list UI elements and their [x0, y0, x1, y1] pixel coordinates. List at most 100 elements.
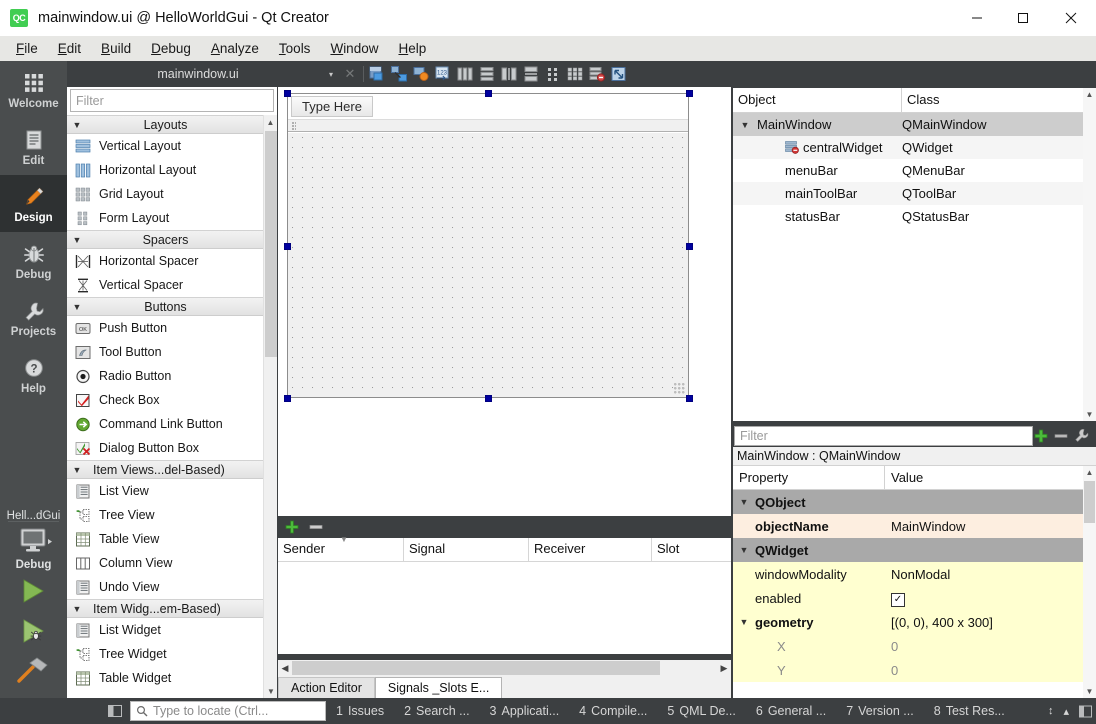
menu-tools[interactable]: Tools [269, 38, 321, 59]
widget-item-tree-view[interactable]: Tree View [67, 503, 264, 527]
column-header-property[interactable]: Property [733, 466, 885, 489]
edit-widgets-icon[interactable] [366, 63, 388, 85]
property-row-enabled[interactable]: enabled ✓ [733, 586, 1096, 610]
output-pane-general[interactable]: 6 General ... [746, 704, 836, 718]
layout-horizontally-icon[interactable] [454, 63, 476, 85]
widget-item-form-layout[interactable]: Form Layout [67, 206, 264, 230]
object-row-maintoolbar[interactable]: mainToolBar QToolBar [733, 182, 1096, 205]
widget-item-radio-button[interactable]: Radio Button [67, 364, 264, 388]
object-row-mainwindow[interactable]: ▼ MainWindow QMainWindow [733, 113, 1096, 136]
form-menu-bar[interactable]: Type Here [288, 94, 688, 120]
selection-handle-bottom-right[interactable] [686, 395, 693, 402]
property-value[interactable]: [(0, 0), 400 x 300] [885, 615, 1096, 630]
break-layout-icon[interactable] [586, 63, 608, 85]
scrollbar-thumb[interactable] [292, 661, 660, 675]
property-value[interactable]: NonModal [885, 567, 1096, 582]
widget-item-tree-widget[interactable]: Tree Widget [67, 642, 264, 666]
connections-table[interactable]: Sender ▼ Signal Receiver Slot [278, 535, 731, 654]
tab-action-editor[interactable]: Action Editor [278, 677, 375, 698]
remove-connection-button[interactable] [308, 519, 324, 535]
output-pane-application[interactable]: 3 Applicati... [480, 704, 570, 718]
scroll-up-icon[interactable]: ▲ [264, 115, 277, 129]
scroll-up-icon[interactable]: ▲ [1083, 88, 1096, 101]
form-central-widget[interactable] [288, 133, 688, 397]
edit-signals-slots-icon[interactable] [388, 63, 410, 85]
resize-output-icon[interactable]: ↕ [1048, 705, 1054, 717]
enabled-checkbox[interactable]: ✓ [891, 592, 905, 607]
start-debugging-button[interactable] [0, 611, 67, 651]
layout-vertically-icon[interactable] [476, 63, 498, 85]
selection-handle-bottom-center[interactable] [485, 395, 492, 402]
widget-group-spacers[interactable]: ▼ Spacers [67, 230, 264, 249]
form-size-grip-icon[interactable] [674, 383, 686, 395]
layout-in-splitter-vertical-icon[interactable] [520, 63, 542, 85]
property-row-geometry[interactable]: ▼ geometry [(0, 0), 400 x 300] [733, 610, 1096, 634]
column-header-object[interactable]: Object [733, 88, 902, 112]
selection-handle-top-left[interactable] [284, 90, 291, 97]
property-value[interactable]: 0 [885, 639, 1096, 654]
widget-item-list-widget[interactable]: List Widget [67, 618, 264, 642]
layout-in-grid-icon[interactable] [564, 63, 586, 85]
menu-file[interactable]: FFileile [6, 38, 48, 59]
scroll-down-icon[interactable]: ▼ [264, 684, 278, 698]
widget-item-grid-layout[interactable]: Grid Layout [67, 182, 264, 206]
column-header-slot[interactable]: Slot [652, 538, 731, 561]
mode-edit[interactable]: Edit [0, 118, 67, 175]
menu-window[interactable]: Window [320, 38, 388, 59]
adjust-size-icon[interactable] [608, 63, 630, 85]
configure-icon[interactable] [1073, 428, 1093, 444]
widget-item-vertical-layout[interactable]: Vertical Layout [67, 134, 264, 158]
run-button[interactable] [0, 571, 67, 611]
object-inspector-scrollbar[interactable]: ▲ ▼ [1083, 88, 1096, 421]
widget-item-undo-view[interactable]: Undo View [67, 575, 264, 599]
widget-group-item-widgets[interactable]: ▼ Item Widg...em-Based) [67, 599, 264, 618]
property-filter-input[interactable]: Filter [734, 426, 1033, 446]
widget-item-table-widget[interactable]: Table Widget [67, 666, 264, 690]
output-panel-icon[interactable] [1079, 705, 1092, 718]
widget-group-item-views[interactable]: ▼ Item Views...del-Based) [67, 460, 264, 479]
collapse-output-icon[interactable]: ▴ [1063, 705, 1069, 718]
selection-handle-bottom-left[interactable] [284, 395, 291, 402]
chevron-down-icon[interactable]: ▼ [733, 497, 755, 507]
property-row-geometry-x[interactable]: X 0 [733, 634, 1096, 658]
object-row-centralwidget[interactable]: centralWidget QWidget [733, 136, 1096, 159]
menu-help[interactable]: Help [388, 38, 436, 59]
maximize-button[interactable] [1000, 0, 1046, 36]
remove-property-icon[interactable] [1053, 428, 1073, 444]
scroll-down-icon[interactable]: ▼ [1083, 685, 1096, 698]
build-button[interactable] [0, 651, 67, 691]
widget-item-push-button[interactable]: OK Push Button [67, 316, 264, 340]
selection-handle-middle-left[interactable] [284, 243, 291, 250]
mode-projects[interactable]: Projects [0, 289, 67, 346]
minimize-button[interactable] [954, 0, 1000, 36]
edit-buddies-icon[interactable] [410, 63, 432, 85]
property-value[interactable]: 0 [885, 663, 1096, 678]
column-header-receiver[interactable]: Receiver [529, 538, 652, 561]
property-row-objectname[interactable]: objectName MainWindow [733, 514, 1096, 538]
widget-group-layouts[interactable]: ▼ Layouts [67, 115, 264, 134]
widget-group-buttons[interactable]: ▼ Buttons [67, 297, 264, 316]
form-tool-bar[interactable] [288, 120, 688, 132]
widget-item-list-view[interactable]: List View [67, 479, 264, 503]
widget-item-dialog-button-box[interactable]: Dialog Button Box [67, 436, 264, 460]
object-row-statusbar[interactable]: statusBar QStatusBar [733, 205, 1096, 228]
chevron-down-icon[interactable]: ▼ [733, 120, 757, 130]
toolbar-grip-icon[interactable] [292, 122, 296, 130]
mode-debug[interactable]: Debug [0, 232, 67, 289]
widget-item-column-view[interactable]: Column View [67, 551, 264, 575]
output-pane-version-control[interactable]: 7 Version ... [836, 704, 924, 718]
property-value-cell[interactable]: ✓ [885, 590, 1096, 607]
menu-analyze[interactable]: Analyze [201, 38, 269, 59]
property-value[interactable]: MainWindow [885, 519, 1096, 534]
toggle-sidebar-icon[interactable] [100, 704, 130, 718]
menu-debug[interactable]: Debug [141, 38, 201, 59]
menu-build[interactable]: Build [91, 38, 141, 59]
scroll-up-icon[interactable]: ▲ [1083, 466, 1096, 479]
chevron-down-icon[interactable]: ▼ [733, 545, 755, 555]
output-pane-qml-debugger[interactable]: 5 QML De... [657, 704, 745, 718]
connections-horizontal-scrollbar[interactable]: ◀ ▶ [278, 660, 731, 676]
open-file-combobox[interactable]: mainwindow.ui ▾ [67, 63, 339, 85]
property-group-qwidget[interactable]: ▼ QWidget [733, 538, 1096, 562]
edit-tab-order-icon[interactable]: 123 [432, 63, 454, 85]
mode-welcome[interactable]: Welcome [0, 61, 67, 118]
